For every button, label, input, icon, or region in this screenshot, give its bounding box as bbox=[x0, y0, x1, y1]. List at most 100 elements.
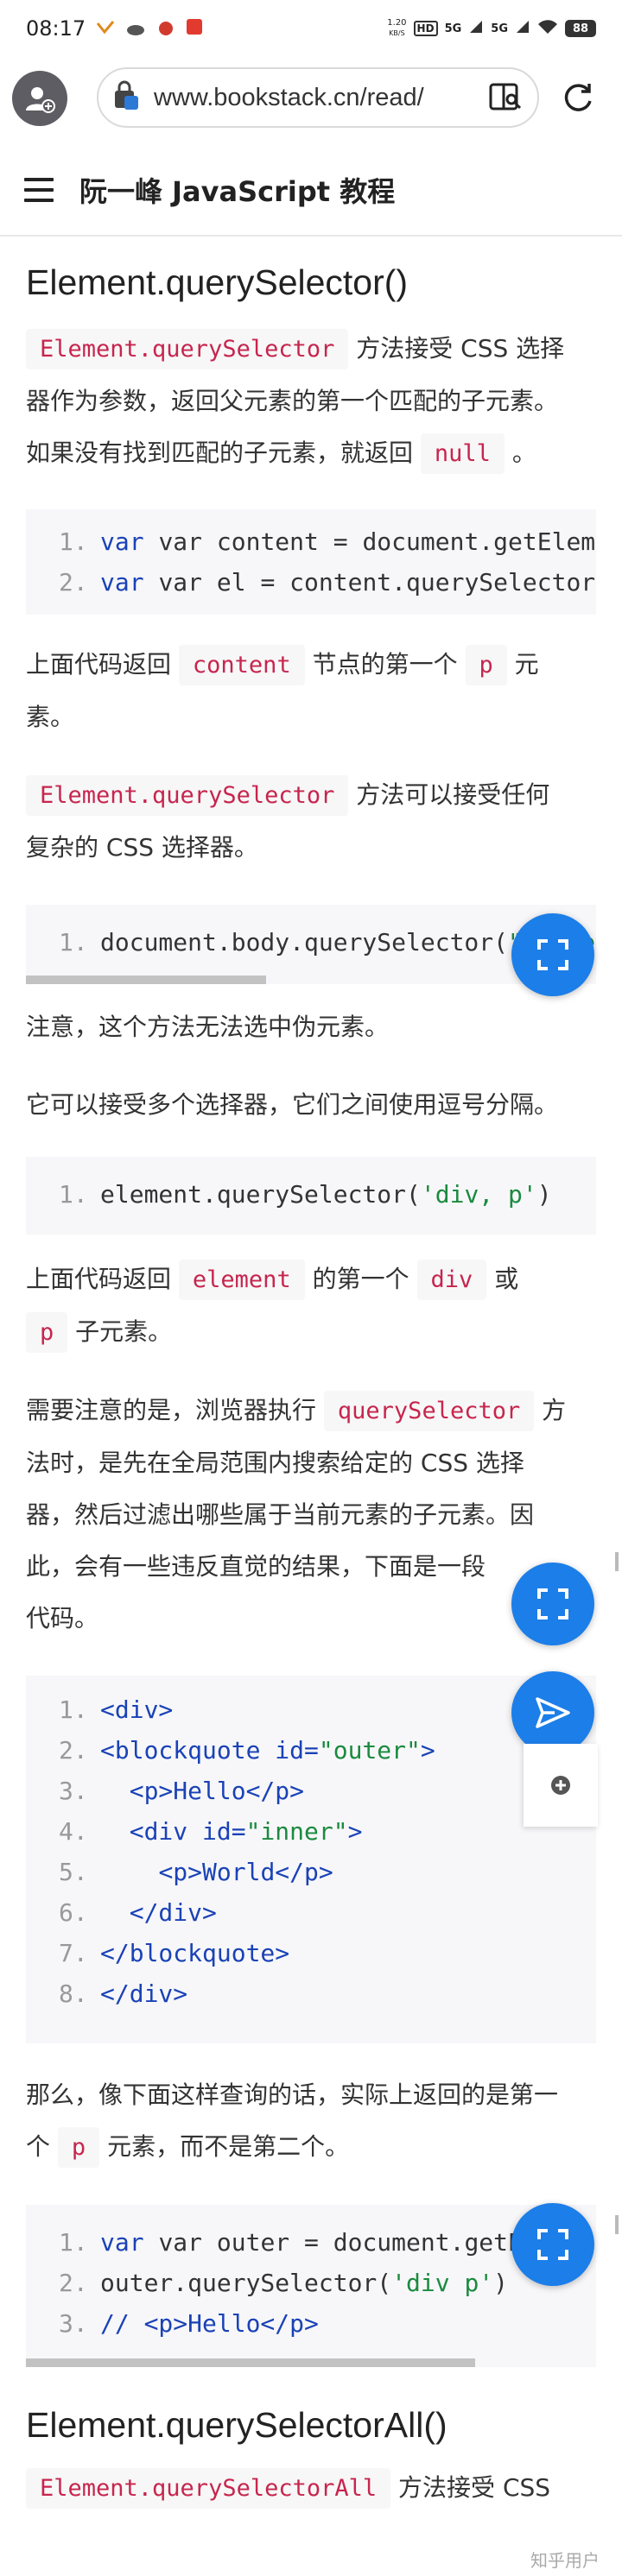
code-block: 1. var var outer = document.getElemen 2. o… bbox=[26, 2205, 596, 2367]
text: 。 bbox=[504, 439, 536, 467]
text: 上面代码返回 bbox=[26, 1265, 179, 1293]
expand-icon bbox=[537, 939, 568, 970]
horizontal-scrollbar[interactable] bbox=[26, 975, 266, 984]
code-block: 1. element.querySelector('div, p') bbox=[26, 1157, 596, 1234]
text: 器，然后过滤出哪些属于当前元素的子元素。因 bbox=[26, 1500, 535, 1529]
code-text: var el = content.querySelector('p' bbox=[158, 568, 596, 597]
code-line: 8. </div> bbox=[59, 1979, 188, 2008]
paragraph: 那么，像下面这样查询的话，实际上返回的是第一 个 p 元素，而不是第二个。 bbox=[26, 2069, 596, 2174]
inline-code: querySelector bbox=[323, 1391, 535, 1431]
inline-code: div bbox=[416, 1260, 487, 1300]
horizontal-scrollbar[interactable] bbox=[26, 2358, 475, 2367]
text: 子元素。 bbox=[67, 1317, 173, 1346]
text: 方法可以接受任何 bbox=[348, 780, 550, 809]
text: 器作为参数，返回父元素的第一个匹配的子元素。 bbox=[26, 387, 559, 415]
code-text: <div id="inner"> bbox=[129, 1817, 363, 1846]
fullscreen-code-button[interactable] bbox=[511, 913, 594, 996]
book-title: 阮一峰 JavaScript 教程 bbox=[79, 175, 396, 208]
reader-mode-icon bbox=[489, 83, 522, 110]
expand-icon bbox=[537, 1588, 568, 1619]
code-line: 1.document.body.querySelector("style bbox=[26, 922, 596, 963]
text: 个 bbox=[26, 2132, 58, 2161]
menu-icon[interactable] bbox=[24, 178, 54, 202]
signal-icon bbox=[468, 19, 484, 38]
wifi-icon bbox=[537, 19, 558, 38]
text: 元 bbox=[506, 650, 539, 679]
app-icon bbox=[156, 16, 175, 41]
refresh-icon bbox=[564, 84, 592, 111]
reader-mode-button[interactable] bbox=[487, 79, 525, 117]
code-block: 1.var var content = document.getElementB… bbox=[26, 509, 596, 615]
code-line: 1.var var content = document.getElementB bbox=[26, 521, 596, 562]
signal-icon bbox=[515, 19, 530, 38]
address-bar[interactable]: www.bookstack.cn/read/ bbox=[97, 67, 539, 128]
text: 此，会有一些违反直觉的结果，下面是一段 bbox=[26, 1552, 486, 1581]
inline-code: Element.querySelectorAll bbox=[26, 2468, 391, 2509]
text: 如果没有找到匹配的子元素，就返回 bbox=[26, 439, 421, 467]
paragraph: 上面代码返回 content 节点的第一个 p 元 素。 bbox=[26, 639, 596, 743]
net-speed: 1.20 bbox=[387, 18, 407, 28]
code-text: </div> bbox=[100, 1979, 188, 2008]
news-icon bbox=[186, 16, 203, 41]
code-line: 4. <div id="inner"> bbox=[59, 1817, 363, 1846]
inline-code: p bbox=[26, 1312, 68, 1353]
inline-code: p bbox=[465, 645, 507, 685]
add-bookmark-button[interactable] bbox=[524, 1744, 598, 1827]
code-line: 1. <div> bbox=[59, 1695, 174, 1724]
text: 上面代码返回 bbox=[26, 650, 179, 679]
share-button[interactable] bbox=[511, 1671, 594, 1754]
text: 需要注意的是，浏览器执行 bbox=[26, 1396, 324, 1424]
inline-code: content bbox=[178, 645, 305, 685]
refresh-button[interactable] bbox=[556, 76, 600, 119]
plus-circle-icon bbox=[551, 1776, 570, 1795]
text: 方 bbox=[534, 1396, 567, 1424]
text: 元素，而不是第二个。 bbox=[99, 2132, 350, 2161]
page-scrollbar[interactable] bbox=[615, 2215, 619, 2234]
code-text: <div> bbox=[100, 1695, 174, 1724]
code-comment: // <p>Hello</p> bbox=[100, 2309, 319, 2338]
fullscreen-code-button[interactable] bbox=[511, 2203, 594, 2286]
code-text: <p>Hello</p> bbox=[129, 1777, 305, 1805]
text: 法时，是先在全局范围内搜索给定的 CSS 选择 bbox=[26, 1449, 524, 1477]
text: 的第一个 bbox=[304, 1265, 417, 1293]
fullscreen-code-button[interactable] bbox=[511, 1563, 594, 1645]
code-line: 7. </blockquote> bbox=[59, 1939, 290, 1967]
paragraph: 需要注意的是，浏览器执行 querySelector 方 法时，是先在全局范围内… bbox=[26, 1385, 596, 1645]
text: 方法接受 CSS 选择 bbox=[348, 334, 565, 363]
battery-indicator: 88 bbox=[565, 20, 596, 37]
code-text: <p>World</p> bbox=[158, 1858, 333, 1886]
watermark: 知乎用户 bbox=[530, 2550, 600, 2571]
status-time: 08:17 bbox=[26, 16, 86, 41]
signal-5g-2: 5G bbox=[491, 22, 508, 35]
code-text: <blockquote id="outer"> bbox=[100, 1736, 435, 1765]
code-line: 1. var var outer = document.getElemen bbox=[59, 2228, 596, 2257]
text: 方法接受 CSS bbox=[390, 2473, 551, 2502]
text: 那么，像下面这样查询的话，实际上返回的是第一 bbox=[26, 2080, 559, 2109]
page-scrollbar[interactable] bbox=[615, 1552, 619, 1571]
paragraph: 上面代码返回 element 的第一个 div 或 p 子元素。 bbox=[26, 1253, 596, 1359]
code-text: outer.querySelector('div p') bbox=[100, 2269, 509, 2297]
paragraph: 它可以接受多个选择器，它们之间使用逗号分隔。 bbox=[26, 1090, 559, 1119]
code-line: 2.var var el = content.querySelector('p' bbox=[26, 562, 596, 603]
paragraph: Element.querySelector 方法接受 CSS 选择 器作为参数，… bbox=[26, 323, 596, 480]
paragraph: Element.querySelector 方法可以接受任何 复杂的 CSS 选… bbox=[26, 769, 596, 874]
code-line: 5. <p>World</p> bbox=[59, 1858, 333, 1886]
code-line: 2. <blockquote id="outer"> bbox=[59, 1736, 435, 1765]
cloud-icon bbox=[125, 16, 146, 41]
code-text: </div> bbox=[129, 1898, 217, 1927]
text: 或 bbox=[486, 1265, 519, 1293]
book-header: 阮一峰 JavaScript 教程 bbox=[0, 145, 622, 237]
code-text: var content = document.getElementB bbox=[158, 527, 596, 556]
profile-avatar[interactable] bbox=[12, 71, 67, 126]
url-text: www.bookstack.cn/read/ bbox=[154, 83, 424, 111]
code-block: 1.document.body.querySelector("style bbox=[26, 905, 596, 984]
site-favicon bbox=[111, 80, 142, 115]
text: 素。 bbox=[26, 703, 75, 731]
code-block: 1. <div> 2. <blockquote id="outer"> 3. <p>… bbox=[26, 1676, 596, 2043]
notification-icon bbox=[96, 16, 115, 41]
inline-code: Element.querySelector bbox=[26, 329, 349, 369]
text: 节点的第一个 bbox=[304, 650, 466, 679]
section-heading: Element.querySelector() bbox=[26, 262, 409, 302]
paragraph: Element.querySelectorAll 方法接受 CSS bbox=[26, 2462, 596, 2515]
code-text: element.querySelector('div, p') bbox=[100, 1180, 552, 1209]
